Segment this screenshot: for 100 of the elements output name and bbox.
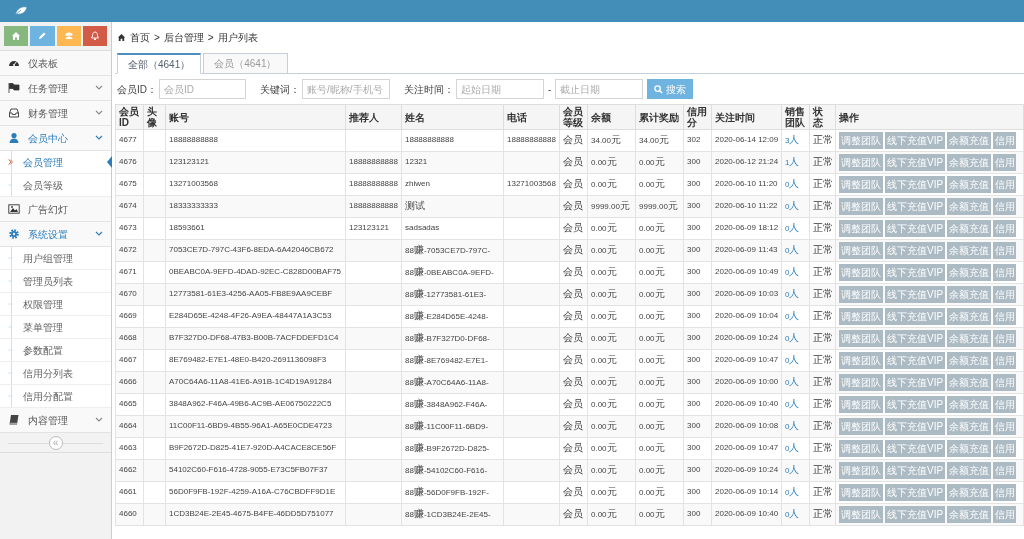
menu-item[interactable]: 系统设置 xyxy=(0,222,111,247)
action-button[interactable]: 线下充值VIP xyxy=(885,440,946,457)
submenu-item[interactable]: 权限管理 xyxy=(0,293,111,316)
action-button[interactable]: 线下充值VIP xyxy=(885,352,946,369)
menu-item[interactable]: 财务管理 xyxy=(0,101,111,126)
submenu-item[interactable]: 会员管理 xyxy=(0,151,111,174)
action-button[interactable]: 线下充值VIP xyxy=(885,132,946,149)
submenu-item[interactable]: 信用分配置 xyxy=(0,385,111,408)
action-button[interactable]: 信用 xyxy=(993,242,1017,259)
action-button[interactable]: 信用 xyxy=(993,264,1017,281)
action-button[interactable]: 信用 xyxy=(993,484,1017,501)
action-button[interactable]: 信用 xyxy=(993,132,1017,149)
action-button[interactable]: 余额充值 xyxy=(947,264,992,281)
shortcut-button[interactable] xyxy=(4,26,29,46)
action-button[interactable]: 余额充值 xyxy=(947,462,992,479)
action-button[interactable]: 余额充值 xyxy=(947,506,992,523)
breadcrumb-link[interactable]: 首页 xyxy=(130,29,150,45)
action-button[interactable]: 线下充值VIP xyxy=(885,220,946,237)
action-button[interactable]: 余额充值 xyxy=(947,242,992,259)
action-button[interactable]: 调整团队 xyxy=(839,418,883,435)
action-button[interactable]: 调整团队 xyxy=(839,132,883,149)
action-button[interactable]: 调整团队 xyxy=(839,484,883,501)
action-button[interactable]: 线下充值VIP xyxy=(885,264,946,281)
action-button[interactable]: 线下充值VIP xyxy=(885,286,946,303)
action-button[interactable]: 余额充值 xyxy=(947,286,992,303)
submenu-item[interactable]: 参数配置 xyxy=(0,339,111,362)
action-button[interactable]: 线下充值VIP xyxy=(885,176,946,193)
action-button[interactable]: 信用 xyxy=(993,330,1017,347)
tab[interactable]: 全部（4641） xyxy=(117,53,202,74)
action-button[interactable]: 余额充值 xyxy=(947,220,992,237)
action-button[interactable]: 线下充值VIP xyxy=(885,308,946,325)
action-button[interactable]: 信用 xyxy=(993,286,1017,303)
submenu-item[interactable]: 用户组管理 xyxy=(0,247,111,270)
action-button[interactable]: 调整团队 xyxy=(839,220,883,237)
action-button[interactable]: 线下充值VIP xyxy=(885,396,946,413)
input-field[interactable]: 账号/昵称/手机号 xyxy=(302,79,390,99)
action-button[interactable]: 余额充值 xyxy=(947,308,992,325)
action-button[interactable]: 信用 xyxy=(993,440,1017,457)
submenu-item[interactable]: 信用分列表 xyxy=(0,362,111,385)
action-button[interactable]: 调整团队 xyxy=(839,374,883,391)
action-button[interactable]: 余额充值 xyxy=(947,176,992,193)
action-button[interactable]: 信用 xyxy=(993,308,1017,325)
shortcut-button[interactable] xyxy=(82,26,107,46)
submenu-item[interactable]: 管理员列表 xyxy=(0,270,111,293)
action-button[interactable]: 调整团队 xyxy=(839,308,883,325)
input-field[interactable]: 会员ID xyxy=(159,79,246,99)
action-button[interactable]: 信用 xyxy=(993,506,1017,523)
tab[interactable]: 会员（4641） xyxy=(203,53,288,74)
action-button[interactable]: 线下充值VIP xyxy=(885,198,946,215)
action-button[interactable]: 调整团队 xyxy=(839,330,883,347)
action-button[interactable]: 余额充值 xyxy=(947,396,992,413)
action-button[interactable]: 调整团队 xyxy=(839,154,883,171)
action-button[interactable]: 调整团队 xyxy=(839,176,883,193)
menu-item[interactable]: 任务管理 xyxy=(0,76,111,101)
action-button[interactable]: 调整团队 xyxy=(839,462,883,479)
action-button[interactable]: 余额充值 xyxy=(947,330,992,347)
action-button[interactable]: 余额充值 xyxy=(947,132,992,149)
action-button[interactable]: 信用 xyxy=(993,352,1017,369)
collapse-button[interactable]: « xyxy=(48,435,63,450)
action-button[interactable]: 信用 xyxy=(993,176,1017,193)
menu-item[interactable]: 广告幻灯 xyxy=(0,197,111,222)
action-button[interactable]: 调整团队 xyxy=(839,286,883,303)
submenu-item[interactable]: 菜单管理 xyxy=(0,316,111,339)
menu-item[interactable]: 会员中心 xyxy=(0,126,111,151)
action-button[interactable]: 调整团队 xyxy=(839,352,883,369)
action-button[interactable]: 调整团队 xyxy=(839,264,883,281)
action-button[interactable]: 余额充值 xyxy=(947,198,992,215)
action-button[interactable]: 余额充值 xyxy=(947,484,992,501)
action-button[interactable]: 线下充值VIP xyxy=(885,374,946,391)
action-button[interactable]: 余额充值 xyxy=(947,374,992,391)
action-button[interactable]: 余额充值 xyxy=(947,154,992,171)
menu-item[interactable]: 内容管理 xyxy=(0,408,111,433)
action-button[interactable]: 信用 xyxy=(993,418,1017,435)
shortcut-button[interactable] xyxy=(30,26,55,46)
action-button[interactable]: 线下充值VIP xyxy=(885,330,946,347)
action-button[interactable]: 信用 xyxy=(993,396,1017,413)
action-button[interactable]: 调整团队 xyxy=(839,440,883,457)
submenu-item[interactable]: 会员等级 xyxy=(0,174,111,197)
action-button[interactable]: 线下充值VIP xyxy=(885,462,946,479)
action-button[interactable]: 信用 xyxy=(993,220,1017,237)
action-button[interactable]: 线下充值VIP xyxy=(885,506,946,523)
action-button[interactable]: 线下充值VIP xyxy=(885,242,946,259)
shortcut-button[interactable] xyxy=(56,26,81,46)
menu-item[interactable]: 仪表板 xyxy=(0,51,111,76)
action-button[interactable]: 线下充值VIP xyxy=(885,484,946,501)
action-button[interactable]: 信用 xyxy=(993,374,1017,391)
action-button[interactable]: 调整团队 xyxy=(839,242,883,259)
action-button[interactable]: 信用 xyxy=(993,154,1017,171)
action-button[interactable]: 信用 xyxy=(993,462,1017,479)
action-button[interactable]: 信用 xyxy=(993,198,1017,215)
action-button[interactable]: 调整团队 xyxy=(839,198,883,215)
input-field[interactable]: 起始日期 xyxy=(456,79,544,99)
action-button[interactable]: 线下充值VIP xyxy=(885,154,946,171)
action-button[interactable]: 线下充值VIP xyxy=(885,418,946,435)
action-button[interactable]: 余额充值 xyxy=(947,440,992,457)
action-button[interactable]: 余额充值 xyxy=(947,418,992,435)
breadcrumb-link[interactable]: 后台管理 xyxy=(163,29,204,45)
action-button[interactable]: 余额充值 xyxy=(947,352,992,369)
search-button[interactable]: 搜索 xyxy=(647,79,694,99)
action-button[interactable]: 调整团队 xyxy=(839,396,883,413)
